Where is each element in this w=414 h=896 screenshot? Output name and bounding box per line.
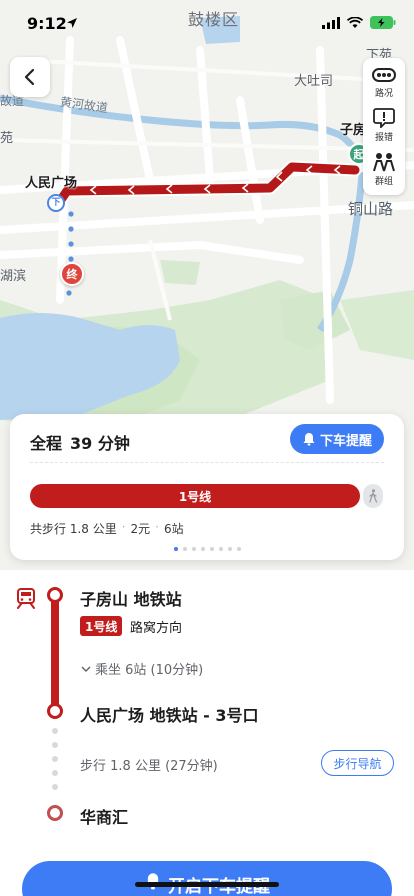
status-bar: 9:12 xyxy=(0,0,414,48)
group-icon xyxy=(373,152,395,171)
line-badge: 1号线 xyxy=(80,616,123,636)
ride-info-text: 乘坐 6站 (10分钟) xyxy=(95,663,204,678)
place-label-hubin: 湖滨 xyxy=(0,269,27,284)
status-time: 9:12 xyxy=(27,14,67,33)
status-indicators xyxy=(322,16,396,29)
station-label-renmin: 人民广场 xyxy=(25,176,78,191)
traffic-icon xyxy=(372,68,396,83)
route-total-time: 全程 39 分钟 xyxy=(30,430,130,454)
origin-station-name[interactable]: 子房山 地铁站 xyxy=(80,586,182,610)
walk-navigation-button[interactable]: 步行导航 xyxy=(321,750,394,776)
fare: 2元 xyxy=(130,522,151,536)
alight-alert-button[interactable]: 下车提醒 xyxy=(290,424,384,454)
walk-info: 步行 1.8 公里 (27分钟) xyxy=(80,759,218,774)
pager-dot[interactable] xyxy=(173,547,178,551)
place-label-yuan: 苑 xyxy=(0,131,14,146)
chevron-down-icon xyxy=(81,666,91,672)
walk-dot xyxy=(52,784,58,790)
walking-person-icon xyxy=(369,489,378,503)
ride-stops-toggle[interactable]: 乘坐 6站 (10分钟) xyxy=(80,659,203,678)
walk-dot xyxy=(52,756,58,762)
alight-alert-label: 下车提醒 xyxy=(319,433,372,449)
line-direction: 路窝方向 xyxy=(130,621,183,636)
route-pager[interactable] xyxy=(10,547,404,551)
stop-count: 6站 xyxy=(164,522,184,536)
home-indicator xyxy=(135,882,279,887)
report-error-icon xyxy=(373,108,395,128)
back-button[interactable] xyxy=(10,57,50,97)
place-label-dajixiang: 大吐司 xyxy=(294,74,334,89)
group-button[interactable]: 群组 xyxy=(372,152,396,187)
origin-node xyxy=(47,587,63,603)
walk-dot xyxy=(52,728,58,734)
pager-dot[interactable] xyxy=(191,547,196,551)
stat-separator: · xyxy=(155,520,160,534)
walk-distance: 共步行 1.8 公里 xyxy=(30,522,117,536)
pager-dot[interactable] xyxy=(218,547,223,551)
destination-node xyxy=(47,805,63,821)
map-tools: 路况 报错 群组 xyxy=(363,58,405,195)
start-alight-alert-button[interactable]: 开启下车提醒 xyxy=(22,861,392,896)
destination-name[interactable]: 华商汇 xyxy=(80,804,128,828)
pager-dot[interactable] xyxy=(236,547,241,551)
report-error-button[interactable]: 报错 xyxy=(373,108,395,143)
bell-icon xyxy=(303,433,315,446)
location-arrow-icon xyxy=(67,18,77,28)
pager-dot[interactable] xyxy=(209,547,214,551)
summary-divider xyxy=(30,462,384,463)
transfer-station-name[interactable]: 人民广场 地铁站 - 3号口 xyxy=(80,702,259,726)
metro-line-segment: 1号线 xyxy=(30,484,360,508)
total-prefix: 全程 xyxy=(30,434,63,453)
group-label: 群组 xyxy=(374,176,393,187)
metro-train-icon xyxy=(17,588,35,609)
walk-dot xyxy=(52,742,58,748)
route-summary-card[interactable]: 全程 39 分钟 下车提醒 1号线 共步行 1.8 公里 · 2元 · 6站 xyxy=(10,414,404,560)
route-detail: 子房山 地铁站 1号线 路窝方向 乘坐 6站 (10分钟) 人民广场 地铁站 -… xyxy=(0,570,414,896)
stat-separator: · xyxy=(121,520,126,534)
exit-marker: 下 xyxy=(51,198,61,208)
road-label-tongshan: 铜山路 xyxy=(348,200,394,218)
pager-dot[interactable] xyxy=(200,547,205,551)
battery-charging-icon xyxy=(370,16,396,29)
traffic-label: 路况 xyxy=(374,89,393,100)
destination-marker[interactable]: 终 xyxy=(60,262,84,286)
route-stats: 共步行 1.8 公里 · 2元 · 6站 xyxy=(30,520,184,537)
transfer-node xyxy=(47,703,63,719)
walk-segment xyxy=(363,484,383,508)
metro-route-line xyxy=(51,596,59,713)
chevron-left-icon xyxy=(24,68,35,86)
traffic-button[interactable]: 路况 xyxy=(372,66,396,99)
report-error-label: 报错 xyxy=(374,132,393,143)
wifi-icon xyxy=(347,16,363,28)
total-duration: 39 分钟 xyxy=(70,434,130,453)
signal-icon xyxy=(322,16,340,29)
pager-dot[interactable] xyxy=(182,547,187,551)
metro-line-label: 1号线 xyxy=(178,489,212,504)
walk-dot xyxy=(52,770,58,776)
bell-icon xyxy=(145,873,161,890)
pager-dot[interactable] xyxy=(227,547,232,551)
